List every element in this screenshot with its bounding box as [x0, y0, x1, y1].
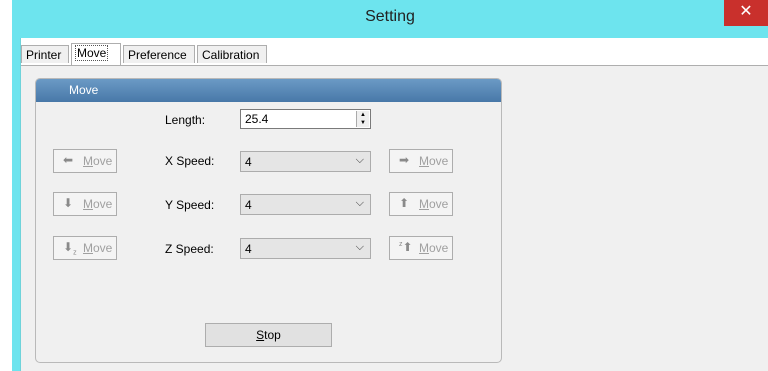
button-label: Move — [419, 241, 448, 255]
mnemonic: S — [256, 328, 265, 342]
z-up-icon: z⬆ — [399, 240, 413, 254]
chevron-down-icon: ⌵ — [355, 241, 364, 253]
mnemonic: M — [419, 154, 429, 168]
label-rest: top — [264, 328, 281, 342]
window-title: Setting — [365, 8, 415, 25]
tab-calibration[interactable]: Calibration — [197, 45, 267, 63]
x-minus-move-button[interactable]: ⬅ Move — [53, 149, 117, 173]
mnemonic: M — [419, 197, 429, 211]
y-speed-label: Y Speed: — [165, 198, 215, 212]
button-label: Move — [419, 154, 448, 168]
window-client-area: Printer Move Preference Calibration Move… — [20, 38, 768, 371]
mnemonic: M — [419, 241, 429, 255]
label-rest: ove — [93, 154, 113, 168]
title-bar[interactable]: Setting ✕ — [12, 0, 768, 38]
move-group-header: Move — [36, 79, 501, 102]
length-spinbox[interactable]: 25.4 ▲ ▼ — [240, 109, 371, 129]
button-label: Move — [83, 197, 112, 211]
tab-label: Printer — [26, 48, 62, 62]
button-label: Move — [419, 197, 448, 211]
x-speed-label: X Speed: — [165, 154, 215, 168]
button-label: Move — [83, 154, 112, 168]
mnemonic: M — [83, 154, 93, 168]
mnemonic: M — [83, 197, 93, 211]
z-speed-select[interactable]: 4 ⌵ — [240, 238, 371, 259]
x-speed-value: 4 — [245, 155, 252, 169]
button-label: Move — [83, 241, 112, 255]
length-value[interactable]: 25.4 — [245, 112, 268, 126]
label-rest: ove — [93, 241, 113, 255]
tab-label: Move — [74, 45, 109, 61]
z-minus-move-button[interactable]: ⬇z Move — [53, 236, 117, 260]
stop-button[interactable]: Stop — [205, 323, 332, 347]
arrow-left-icon: ⬅ — [63, 153, 74, 167]
tab-label: Preference — [128, 48, 187, 62]
chevron-down-icon: ⌵ — [355, 154, 364, 166]
length-label: Length: — [165, 113, 206, 127]
tab-move[interactable]: Move — [71, 43, 121, 65]
label-rest: ove — [93, 197, 113, 211]
x-speed-select[interactable]: 4 ⌵ — [240, 151, 371, 172]
y-speed-value: 4 — [245, 198, 252, 212]
arrow-right-icon: ➡ — [399, 153, 410, 167]
z-speed-value: 4 — [245, 242, 252, 256]
settings-window: Setting ✕ Printer Move Preference Calibr… — [12, 0, 768, 371]
close-icon: ✕ — [739, 3, 753, 20]
z-down-icon: ⬇z — [63, 240, 77, 257]
move-group: Move Length: 25.4 ▲ ▼ ⬅ Move X Speed: 4 … — [35, 78, 502, 363]
z-speed-label: Z Speed: — [165, 242, 214, 256]
label-rest: ove — [429, 154, 449, 168]
z-plus-move-button[interactable]: z⬆ Move — [389, 236, 453, 260]
mnemonic: M — [83, 241, 93, 255]
spin-down-icon[interactable]: ▼ — [357, 119, 369, 127]
arrow-up-icon: ⬆ — [399, 196, 410, 210]
tab-label: Calibration — [202, 48, 260, 62]
label-rest: ove — [429, 241, 449, 255]
chevron-down-icon: ⌵ — [355, 197, 364, 209]
x-plus-move-button[interactable]: ➡ Move — [389, 149, 453, 173]
arrow-down-icon: ⬇ — [63, 196, 74, 210]
spin-buttons: ▲ ▼ — [356, 111, 369, 127]
close-button[interactable]: ✕ — [724, 0, 768, 26]
move-tab-page: Move Length: 25.4 ▲ ▼ ⬅ Move X Speed: 4 … — [21, 65, 768, 371]
y-speed-select[interactable]: 4 ⌵ — [240, 194, 371, 215]
y-plus-move-button[interactable]: ⬆ Move — [389, 192, 453, 216]
tab-preference[interactable]: Preference — [123, 45, 195, 63]
y-minus-move-button[interactable]: ⬇ Move — [53, 192, 117, 216]
tab-printer[interactable]: Printer — [21, 45, 69, 63]
label-rest: ove — [429, 197, 449, 211]
